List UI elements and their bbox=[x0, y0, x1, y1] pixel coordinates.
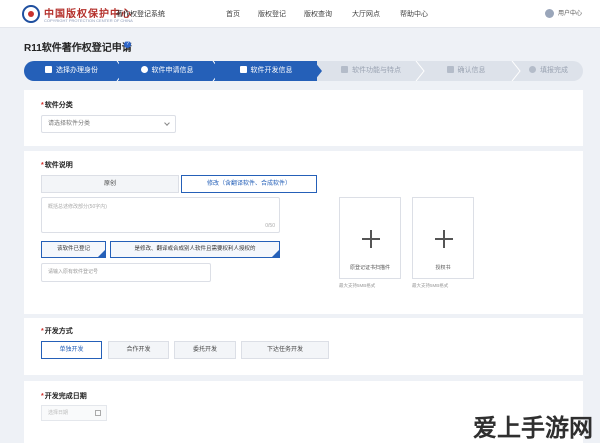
system-name: 著作权登记系统 bbox=[116, 11, 165, 18]
upload-certificate-note: 最大支持5MB格式 bbox=[339, 283, 376, 288]
software-category-select[interactable]: 请选择软件分类 bbox=[41, 115, 176, 133]
check-doc-icon bbox=[446, 66, 454, 73]
shield-icon bbox=[140, 66, 148, 73]
step-label: 确认信息 bbox=[457, 67, 486, 74]
list-icon bbox=[341, 66, 348, 73]
plus-icon bbox=[362, 230, 380, 248]
modification-summary-textarea[interactable]: 概括总述修改部分(50字内) 0/50 bbox=[41, 197, 280, 233]
step-application-info[interactable]: 软件申请信息 bbox=[119, 61, 215, 81]
logo-emblem-icon[interactable] bbox=[22, 5, 40, 23]
completion-date-picker[interactable]: 选择日期 bbox=[41, 405, 107, 421]
development-method-label: *开发方式 bbox=[41, 328, 73, 335]
document-icon bbox=[239, 66, 247, 73]
card-software-description: *软件说明 原创 修改（含翻译软件、合成软件） 概括总述修改部分(50字内) 0… bbox=[24, 151, 583, 314]
step-select-identity[interactable]: 选择办理身份 bbox=[24, 61, 119, 81]
upload-authorization-note: 最大支持5MB格式 bbox=[412, 283, 449, 288]
page-title: R11软件著作权登记申请 bbox=[24, 43, 132, 54]
upload-authorization[interactable]: 授权书 bbox=[412, 197, 474, 279]
selected-corner-icon bbox=[98, 250, 105, 257]
selected-corner-icon bbox=[272, 250, 279, 257]
method-independent[interactable]: 单独开发 bbox=[41, 341, 102, 359]
step-label: 软件开发信息 bbox=[250, 67, 293, 74]
user-center-label: 用户中心 bbox=[558, 11, 583, 17]
plus-icon bbox=[435, 230, 453, 248]
progress-steps: 选择办理身份 软件申请信息 软件开发信息 软件功能与特点 确认信息 填报完成 bbox=[24, 61, 583, 81]
option-modified[interactable]: 修改（含翻译软件、合成软件） bbox=[181, 175, 317, 193]
step-development-info[interactable]: 软件开发信息 bbox=[215, 61, 317, 81]
step-separator-icon bbox=[314, 61, 322, 81]
software-category-label: *软件分类 bbox=[41, 102, 73, 109]
calendar-icon bbox=[95, 410, 101, 416]
step-label: 选择办理身份 bbox=[56, 67, 98, 74]
registration-number-input[interactable]: 请输入原有软件登记号 bbox=[41, 263, 211, 282]
upload-certificate-label: 原登记证书扫描件 bbox=[349, 265, 390, 271]
nav-service-halls[interactable]: 大厅网点 bbox=[352, 9, 380, 19]
option-original[interactable]: 原创 bbox=[41, 175, 179, 193]
user-icon bbox=[545, 8, 554, 18]
nav-copyright-registration[interactable]: 版权登记 bbox=[258, 9, 286, 19]
top-header: 中国版权保护中心 COPYRIGHT PROTECTION CENTER OF … bbox=[0, 0, 600, 28]
chevron-down-icon bbox=[164, 120, 170, 126]
step-confirm[interactable]: 确认信息 bbox=[418, 61, 514, 81]
nav-help-center[interactable]: 帮助中心 bbox=[400, 9, 428, 19]
nav-home[interactable]: 首页 bbox=[226, 9, 240, 19]
step-label: 填报完成 bbox=[540, 67, 568, 74]
upload-certificate[interactable]: 原登记证书扫描件 bbox=[339, 197, 401, 279]
step-label: 软件申请信息 bbox=[151, 67, 194, 74]
person-icon bbox=[45, 66, 52, 73]
method-cooperative[interactable]: 合作开发 bbox=[108, 341, 169, 359]
upload-authorization-label: 授权书 bbox=[435, 265, 451, 271]
method-assigned-task[interactable]: 下达任务开发 bbox=[241, 341, 329, 359]
watermark-text: 爱上手游网 bbox=[473, 415, 593, 442]
check-circle-icon bbox=[529, 66, 536, 73]
textarea-placeholder: 概括总述修改部分(50字内) bbox=[48, 204, 107, 210]
already-registered-button[interactable]: 该软件已登记 bbox=[41, 241, 106, 258]
card-software-category: *软件分类 请选择软件分类 bbox=[24, 90, 583, 146]
help-icon[interactable]: ? bbox=[124, 41, 131, 48]
software-description-label: *软件说明 bbox=[41, 162, 73, 169]
requires-authorization-button[interactable]: 是修改、翻译或合成别人软件且需要权利人授权的 bbox=[110, 241, 280, 258]
card-development-method: *开发方式 单独开发 合作开发 委托开发 下达任务开发 bbox=[24, 318, 583, 375]
character-counter: 0/50 bbox=[265, 223, 275, 229]
step-features[interactable]: 软件功能与特点 bbox=[324, 61, 418, 81]
user-center-link[interactable]: 用户中心 bbox=[545, 8, 582, 18]
nav-copyright-query[interactable]: 版权查询 bbox=[304, 9, 332, 19]
step-label: 软件功能与特点 bbox=[352, 67, 401, 74]
completion-date-label: *开发完成日期 bbox=[41, 393, 87, 400]
step-complete[interactable]: 填报完成 bbox=[514, 61, 583, 81]
method-commissioned[interactable]: 委托开发 bbox=[174, 341, 236, 359]
